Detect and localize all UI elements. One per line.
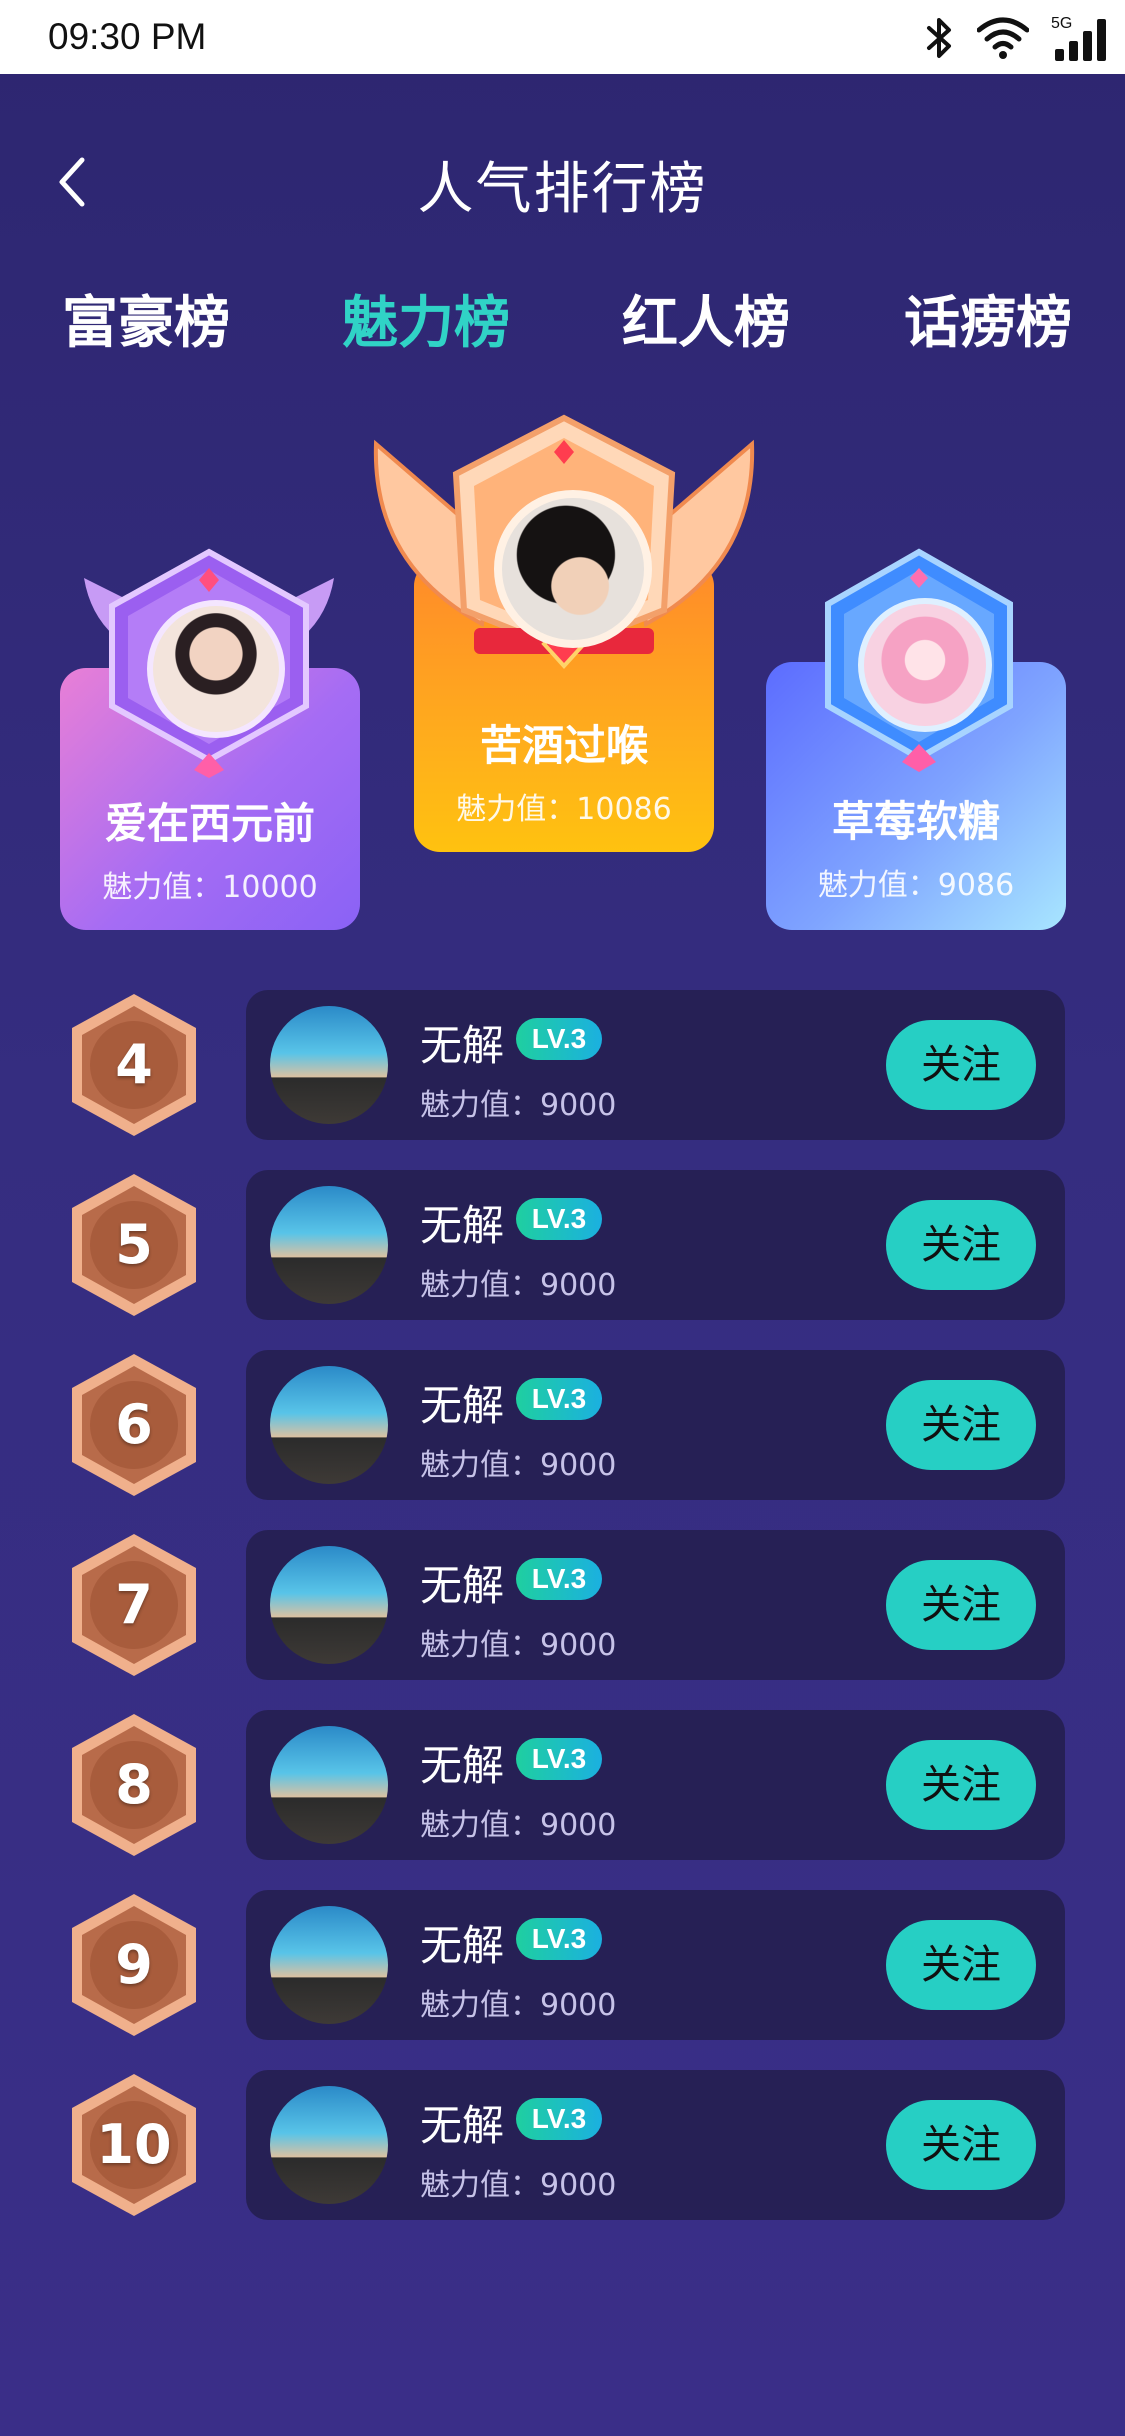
level-badge: LV.3	[516, 1918, 602, 1960]
list-item: 8 无解 LV.3 魅力值：9000 关注	[0, 1710, 1125, 1860]
list-item: 5 无解 LV.3 魅力值：9000 关注	[0, 1170, 1125, 1320]
signal-icon: 5G	[1051, 13, 1109, 63]
charm-score: 魅力值：9000	[420, 1448, 617, 1483]
avatar[interactable]	[270, 1186, 388, 1304]
leaderboard-screen: 09:30 PM 5G 人气排行榜 富豪榜 魅力榜 红人榜 话痨榜 爱在西元前 …	[0, 0, 1125, 2436]
rank-badge: 7	[66, 1530, 202, 1680]
user-card[interactable]: 无解 LV.3 魅力值：9000 关注	[246, 1530, 1065, 1680]
charm-score: 魅力值：9000	[420, 1088, 617, 1123]
page-title: 人气排行榜	[417, 157, 708, 222]
follow-button[interactable]: 关注	[886, 1200, 1036, 1290]
user-name: 无解	[420, 1021, 505, 1070]
follow-button[interactable]: 关注	[886, 1920, 1036, 2010]
status-icons: 5G	[925, 10, 1109, 66]
charm-score: 魅力值：9000	[420, 1268, 617, 1303]
list-item: 4 无解 LV.3 魅力值：9000 关注	[0, 990, 1125, 1140]
user-name: 无解	[420, 1921, 505, 1970]
podium-second-name: 爱在西元前	[104, 799, 315, 848]
rank-badge: 4	[66, 990, 202, 1140]
level-badge: LV.3	[516, 1738, 602, 1780]
avatar[interactable]	[270, 2086, 388, 2204]
avatar[interactable]	[270, 1906, 388, 2024]
level-badge: LV.3	[516, 2098, 602, 2140]
podium-second-score: 魅力值：10000	[102, 870, 318, 905]
follow-button[interactable]: 关注	[886, 1740, 1036, 1830]
list-item: 7 无解 LV.3 魅力值：9000 关注	[0, 1530, 1125, 1680]
avatar[interactable]	[270, 1006, 388, 1124]
list-item: 9 无解 LV.3 魅力值：9000 关注	[0, 1890, 1125, 2040]
charm-score: 魅力值：9000	[420, 2168, 617, 2203]
podium-third-score: 魅力值：9086	[817, 868, 1015, 903]
follow-button[interactable]: 关注	[886, 2100, 1036, 2190]
podium-first-score: 魅力值：10086	[456, 792, 672, 827]
wifi-icon	[977, 17, 1029, 59]
charm-score: 魅力值：9000	[420, 1628, 617, 1663]
level-badge: LV.3	[516, 1018, 602, 1060]
user-card[interactable]: 无解 LV.3 魅力值：9000 关注	[246, 1710, 1065, 1860]
rank-badge: 9	[66, 1890, 202, 2040]
level-badge: LV.3	[516, 1198, 602, 1240]
user-name: 无解	[420, 2101, 505, 2150]
user-name: 无解	[420, 1381, 505, 1430]
rank-number: 8	[115, 1753, 153, 1816]
bluetooth-icon	[927, 18, 951, 58]
rank-badge: 5	[66, 1170, 202, 1320]
tab-chatty[interactable]: 话痨榜	[904, 278, 1072, 359]
user-name: 无解	[420, 1741, 505, 1790]
charm-score: 魅力值：9000	[420, 1988, 617, 2023]
user-card[interactable]: 无解 LV.3 魅力值：9000 关注	[246, 1890, 1065, 2040]
podium-first-avatar[interactable]	[494, 490, 652, 648]
charm-score: 魅力值：9000	[420, 1808, 617, 1843]
rank-number: 4	[115, 1033, 153, 1096]
follow-button[interactable]: 关注	[886, 1380, 1036, 1470]
podium-first-name: 苦酒过喉	[479, 721, 648, 770]
page-header: 人气排行榜	[0, 74, 1125, 274]
podium-second-avatar[interactable]	[147, 600, 285, 738]
user-name: 无解	[420, 1201, 505, 1250]
level-badge: LV.3	[516, 1378, 602, 1420]
user-name: 无解	[420, 1561, 505, 1610]
tab-popular[interactable]: 红人榜	[622, 278, 790, 359]
follow-button[interactable]: 关注	[886, 1020, 1036, 1110]
podium-third-avatar[interactable]	[858, 598, 992, 732]
podium-third-name: 草莓软糖	[831, 797, 1000, 846]
status-time: 09:30 PM	[48, 16, 207, 57]
rank-badge: 6	[66, 1350, 202, 1500]
tab-rich[interactable]: 富豪榜	[62, 278, 230, 359]
rank-number: 10	[96, 2113, 172, 2176]
list-item: 6 无解 LV.3 魅力值：9000 关注	[0, 1350, 1125, 1500]
list-item: 10 无解 LV.3 魅力值：9000 关注	[0, 2070, 1125, 2220]
user-card[interactable]: 无解 LV.3 魅力值：9000 关注	[246, 1170, 1065, 1320]
rank-badge: 8	[66, 1710, 202, 1860]
rank-number: 5	[115, 1213, 153, 1276]
rank-badge: 10	[66, 2070, 202, 2220]
rank-number: 6	[115, 1393, 153, 1456]
ranking-tabs: 富豪榜 魅力榜 红人榜 话痨榜	[0, 278, 1125, 358]
rank-number: 9	[115, 1933, 153, 1996]
status-bar: 09:30 PM 5G	[0, 0, 1125, 74]
user-card[interactable]: 无解 LV.3 魅力值：9000 关注	[246, 1350, 1065, 1500]
follow-button[interactable]: 关注	[886, 1560, 1036, 1650]
tab-charm[interactable]: 魅力榜	[342, 278, 510, 359]
level-badge: LV.3	[516, 1558, 602, 1600]
rank-number: 7	[115, 1573, 153, 1636]
user-card[interactable]: 无解 LV.3 魅力值：9000 关注	[246, 2070, 1065, 2220]
avatar[interactable]	[270, 1546, 388, 1664]
avatar[interactable]	[270, 1366, 388, 1484]
user-card[interactable]: 无解 LV.3 魅力值：9000 关注	[246, 990, 1065, 1140]
avatar[interactable]	[270, 1726, 388, 1844]
